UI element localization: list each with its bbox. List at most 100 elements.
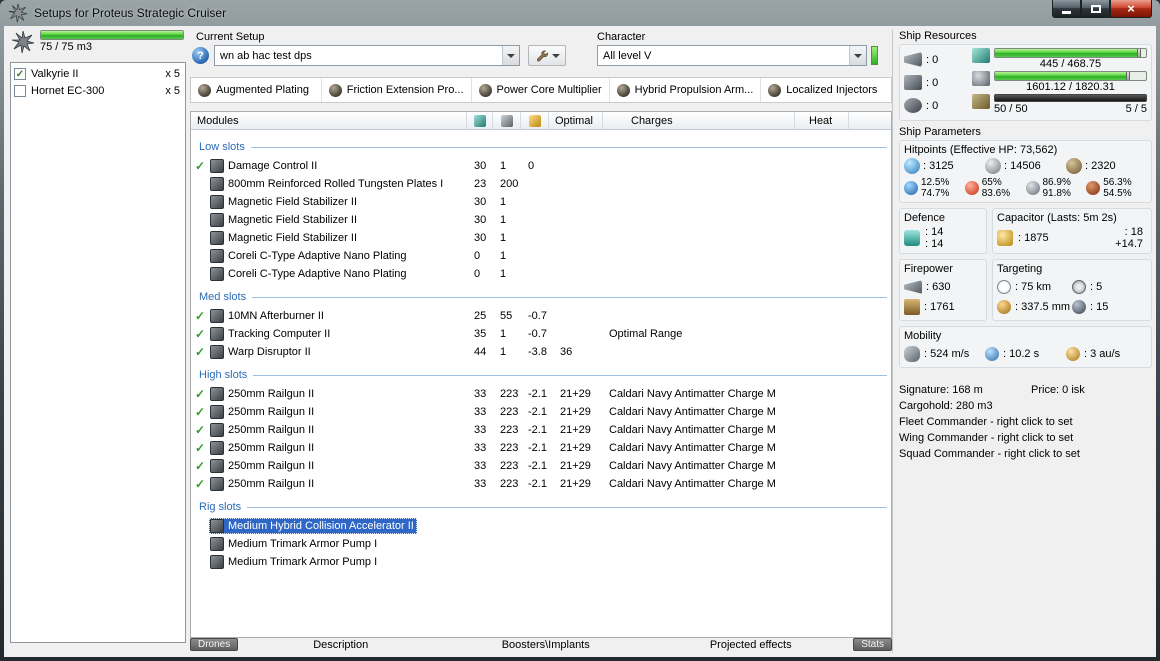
turret-hardpoints: : 0 bbox=[904, 48, 966, 71]
subsystem-defensive[interactable]: Augmented Plating bbox=[191, 78, 322, 102]
drone-checkbox[interactable] bbox=[14, 67, 26, 80]
wing-commander-slot[interactable]: Wing Commander - right click to set bbox=[899, 430, 1152, 446]
cpu-icon bbox=[972, 48, 990, 63]
module-row[interactable]: ✓ 250mm Railgun II 33 223 -2.1 21+29 Caldari N… bbox=[191, 457, 891, 475]
module-name-cell: Coreli C-Type Adaptive Nano Plating bbox=[209, 248, 410, 264]
explosive-resist: 56.3% 54.5% bbox=[1086, 177, 1147, 199]
column-heat[interactable]: Heat bbox=[795, 112, 849, 129]
module-row[interactable]: ✓ 10MN Afterburner II 25 55 -0.7 bbox=[191, 307, 891, 325]
defence-value-1: : 14 bbox=[925, 226, 944, 238]
module-name: Medium Trimark Armor Pump I bbox=[228, 538, 378, 550]
column-cpu[interactable] bbox=[467, 112, 493, 129]
drone-list-item[interactable]: Valkyrie II x 5 bbox=[14, 65, 182, 82]
capacitor-amount: : 1875 bbox=[1018, 232, 1049, 244]
module-charges: Caldari Navy Antimatter Charge M bbox=[609, 424, 776, 436]
module-icon bbox=[210, 267, 224, 281]
powergrid-icon bbox=[972, 71, 990, 86]
module-cpu: 30 bbox=[474, 232, 487, 244]
module-row[interactable]: Coreli C-Type Adaptive Nano Plating 0 1 bbox=[191, 265, 891, 283]
module-row[interactable]: ✓ Tracking Computer II 35 1 -0.7 Optimal Rang… bbox=[191, 325, 891, 343]
launcher-hardpoints: : 0 bbox=[904, 71, 966, 94]
module-row[interactable]: ✓ 250mm Railgun II 33 223 -2.1 21+29 Caldari N… bbox=[191, 475, 891, 493]
module-cpu: 30 bbox=[474, 196, 487, 208]
warp-speed-value: : 3 au/s bbox=[1084, 348, 1121, 360]
subsystem-offensive[interactable]: Hybrid Propulsion Arm... bbox=[610, 78, 762, 102]
module-icon bbox=[210, 423, 224, 437]
subsystem-engineering[interactable]: Power Core Multiplier bbox=[472, 78, 610, 102]
drone-checkbox[interactable] bbox=[14, 84, 26, 97]
chevron-down-icon bbox=[551, 53, 560, 58]
column-modules[interactable]: Modules bbox=[191, 112, 467, 129]
targeting-box: Targeting : 75 km : 5 : 337.5 mm : 15 bbox=[992, 259, 1152, 321]
module-capacitor: -0.7 bbox=[528, 310, 547, 322]
module-row[interactable]: ✓ 250mm Railgun II 33 223 -2.1 21+29 Caldari N… bbox=[191, 421, 891, 439]
subsystem-label: Hybrid Propulsion Arm... bbox=[634, 84, 754, 96]
setup-dropdown[interactable]: wn ab hac test dps bbox=[214, 45, 520, 66]
shield-icon bbox=[904, 158, 920, 174]
titlebar[interactable]: Setups for Proteus Strategic Cruiser × bbox=[0, 0, 1160, 26]
module-row[interactable]: ✓ 250mm Railgun II 33 223 -2.1 21+29 Caldari N… bbox=[191, 403, 891, 421]
maximize-button[interactable] bbox=[1081, 0, 1110, 18]
module-row[interactable]: ✓ 250mm Railgun II 33 223 -2.1 21+29 Caldari N… bbox=[191, 439, 891, 457]
kinetic-resist-icon bbox=[1025, 181, 1040, 195]
stats-toggle-button[interactable]: Stats bbox=[853, 638, 892, 651]
minimize-button[interactable] bbox=[1052, 0, 1081, 18]
close-button[interactable]: × bbox=[1110, 0, 1152, 18]
module-row[interactable]: ✓ 250mm Railgun II 33 223 -2.1 21+29 Caldari N… bbox=[191, 385, 891, 403]
module-powergrid: 1 bbox=[500, 328, 507, 340]
tab-projected-effects[interactable]: Projected effects bbox=[648, 639, 853, 651]
subsystem-propulsion[interactable]: Localized Injectors bbox=[761, 78, 891, 102]
cpu-resource: 445 / 468.75 bbox=[972, 48, 1147, 70]
module-row[interactable]: ✓ Damage Control II 30 1 0 bbox=[191, 157, 891, 175]
column-charges[interactable]: Charges bbox=[603, 112, 795, 129]
module-row[interactable]: Medium Trimark Armor Pump I bbox=[191, 553, 891, 571]
column-capacitor[interactable] bbox=[521, 112, 549, 129]
module-row[interactable]: Medium Hybrid Collision Accelerator II bbox=[191, 517, 891, 535]
module-name-cell: Magnetic Field Stabilizer II bbox=[209, 194, 360, 210]
drone-list-item[interactable]: Hornet EC-300 x 5 bbox=[14, 82, 182, 99]
active-check-icon: ✓ bbox=[194, 387, 206, 401]
column-powergrid[interactable] bbox=[493, 112, 521, 129]
module-row[interactable]: 800mm Reinforced Rolled Tungsten Plates … bbox=[191, 175, 891, 193]
module-row[interactable]: Coreli C-Type Adaptive Nano Plating 0 1 bbox=[191, 247, 891, 265]
cpu-bar bbox=[994, 48, 1147, 58]
fleet-commander-slot[interactable]: Fleet Commander - right click to set bbox=[899, 414, 1152, 430]
drone-name: Hornet EC-300 bbox=[31, 84, 105, 97]
app-icon bbox=[8, 3, 28, 23]
module-capacitor: -3.8 bbox=[528, 346, 547, 358]
help-icon[interactable]: ? bbox=[192, 47, 209, 64]
module-name: Magnetic Field Stabilizer II bbox=[228, 232, 357, 244]
module-row[interactable]: Medium Trimark Armor Pump I bbox=[191, 535, 891, 553]
module-row[interactable]: Magnetic Field Stabilizer II 30 1 bbox=[191, 229, 891, 247]
character-dropdown[interactable]: All level V bbox=[597, 45, 867, 66]
drones-toggle-button[interactable]: Drones bbox=[190, 638, 239, 651]
dps-value: : 630 bbox=[926, 281, 951, 293]
module-name: 250mm Railgun II bbox=[228, 424, 315, 436]
slot-section-header: Med slots bbox=[199, 289, 887, 305]
active-check-icon: ✓ bbox=[194, 159, 206, 173]
module-optimal: 21+29 bbox=[560, 406, 591, 418]
column-filler bbox=[849, 112, 891, 129]
setup-dropdown-button[interactable] bbox=[502, 46, 519, 65]
setup-dropdown-value: wn ab hac test dps bbox=[220, 49, 312, 62]
module-row[interactable]: Magnetic Field Stabilizer II 30 1 bbox=[191, 211, 891, 229]
column-optimal[interactable]: Optimal bbox=[549, 112, 603, 129]
tab-description[interactable]: Description bbox=[238, 639, 443, 651]
squad-commander-slot[interactable]: Squad Commander - right click to set bbox=[899, 446, 1152, 462]
module-powergrid: 55 bbox=[500, 310, 513, 322]
module-row[interactable]: ✓ Warp Disruptor II 44 1 -3.8 36 bbox=[191, 343, 891, 361]
module-row[interactable]: Magnetic Field Stabilizer II 30 1 bbox=[191, 193, 891, 211]
module-name: 250mm Railgun II bbox=[228, 478, 315, 490]
module-name-cell: Medium Hybrid Collision Accelerator II bbox=[209, 518, 417, 534]
subsystem-electronics[interactable]: Friction Extension Pro... bbox=[322, 78, 472, 102]
module-optimal: 21+29 bbox=[560, 424, 591, 436]
module-name: Magnetic Field Stabilizer II bbox=[228, 214, 357, 226]
turret-dps-icon bbox=[904, 280, 922, 294]
character-dropdown-button[interactable] bbox=[849, 46, 866, 65]
module-name-cell: 250mm Railgun II bbox=[209, 440, 317, 456]
explosive-shield-resist: 56.3% bbox=[1103, 177, 1132, 188]
tab-boosters-implants[interactable]: Boosters\Implants bbox=[443, 639, 648, 651]
powergrid-resource: 1601.12 / 1820.31 bbox=[972, 71, 1147, 93]
thermal-shield-resist: 65% bbox=[981, 177, 1002, 188]
tools-button[interactable] bbox=[528, 45, 566, 66]
